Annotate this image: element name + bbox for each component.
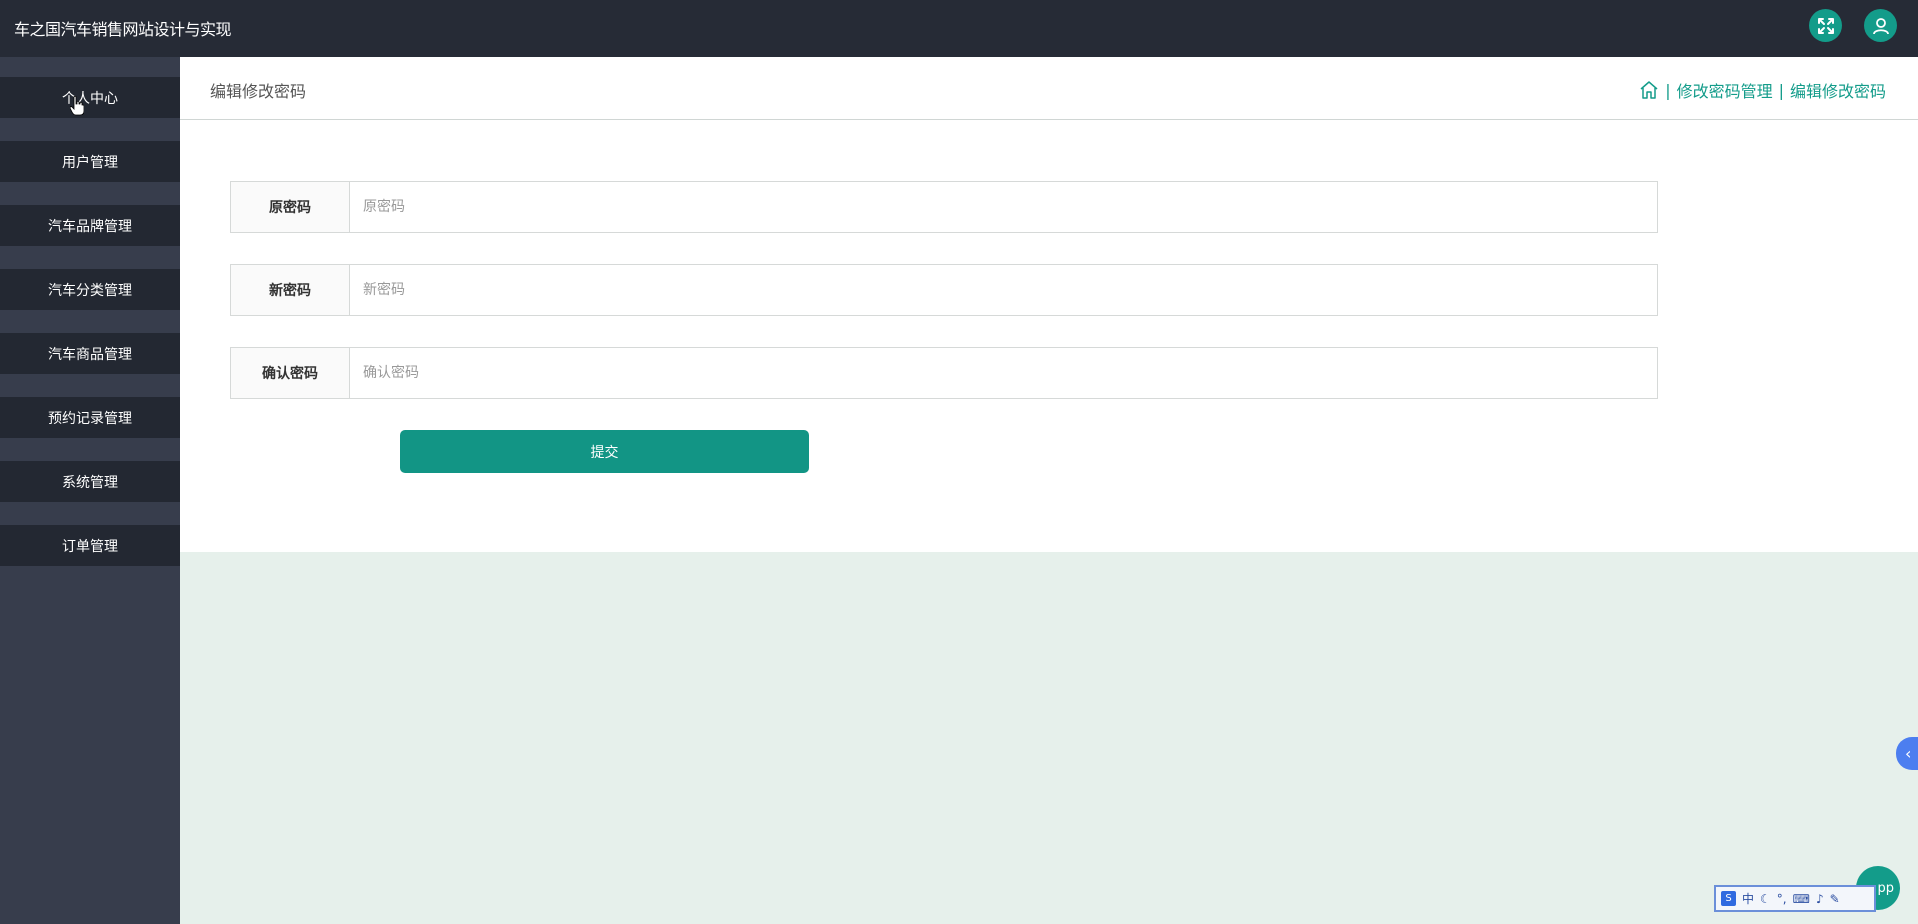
keyboard-icon[interactable]: ⌨ <box>1793 892 1810 906</box>
app-title: 车之国汽车销售网站设计与实现 <box>14 20 232 39</box>
new-password-row: 新密码 <box>230 264 1658 316</box>
submit-button[interactable]: 提交 <box>400 430 809 473</box>
user-menu-button[interactable] <box>1864 9 1897 42</box>
sidebar-item-label: 汽车商品管理 <box>48 346 132 363</box>
top-bar: 车之国汽车销售网站设计与实现 <box>0 0 1918 57</box>
breadcrumb-separator: | <box>1778 80 1784 100</box>
sidebar-item-label: 订单管理 <box>62 538 118 555</box>
old-password-input[interactable] <box>350 182 1657 232</box>
page-title: 编辑修改密码 <box>210 82 307 101</box>
new-password-label: 新密码 <box>231 265 350 315</box>
main-panel: 编辑修改密码 | 修改密码管理 | 编辑修改密码 原密码 新密码 确认密码 提交 <box>180 57 1918 552</box>
sidebar-item-label: 汽车品牌管理 <box>48 218 132 235</box>
punctuation-icon[interactable]: °, <box>1777 892 1787 906</box>
old-password-label: 原密码 <box>231 182 350 232</box>
sidebar-item-label: 系统管理 <box>62 474 118 491</box>
sidebar-item-reservation-management[interactable]: 预约记录管理 <box>0 397 180 438</box>
sidebar-item-personal-center[interactable]: 个人中心 <box>0 77 180 118</box>
hand-cursor-icon <box>70 96 84 116</box>
page-header: 编辑修改密码 | 修改密码管理 | 编辑修改密码 <box>180 57 1918 120</box>
fullscreen-button[interactable] <box>1809 9 1842 42</box>
ime-mode-toggle[interactable]: 中 <box>1742 890 1754 907</box>
sidebar-item-system-management[interactable]: 系统管理 <box>0 461 180 502</box>
confirm-password-input[interactable] <box>350 348 1657 398</box>
ime-toolbar: S 中 ☾ °, ⌨ ♪ ✎ <box>1714 885 1876 912</box>
user-icon <box>1872 17 1889 34</box>
moon-icon[interactable]: ☾ <box>1760 892 1771 906</box>
chevron-left-icon: ‹ <box>1905 744 1912 763</box>
sidebar: 个人中心 用户管理 汽车品牌管理 汽车分类管理 汽车商品管理 预约记录管理 系统… <box>0 57 180 924</box>
sidebar-item-label: 用户管理 <box>62 154 118 171</box>
sidebar-item-user-management[interactable]: 用户管理 <box>0 141 180 182</box>
sidebar-item-label: 预约记录管理 <box>48 410 132 427</box>
sidebar-item-car-product-management[interactable]: 汽车商品管理 <box>0 333 180 374</box>
breadcrumb-separator: | <box>1665 80 1671 100</box>
side-collapse-tab[interactable]: ‹ <box>1896 737 1918 770</box>
old-password-row: 原密码 <box>230 181 1658 233</box>
sidebar-item-label: 汽车分类管理 <box>48 282 132 299</box>
confirm-password-row: 确认密码 <box>230 347 1658 399</box>
new-password-input[interactable] <box>350 265 1657 315</box>
sidebar-item-car-category-management[interactable]: 汽车分类管理 <box>0 269 180 310</box>
breadcrumb-item-change-password-management[interactable]: 修改密码管理 <box>1677 78 1773 102</box>
voice-icon[interactable]: ♪ <box>1816 892 1824 906</box>
wrench-icon[interactable]: ✎ <box>1830 892 1840 906</box>
breadcrumb: | 修改密码管理 | 编辑修改密码 <box>1639 78 1886 102</box>
sidebar-item-car-brand-management[interactable]: 汽车品牌管理 <box>0 205 180 246</box>
confirm-password-label: 确认密码 <box>231 348 350 398</box>
breadcrumb-item-edit-password[interactable]: 编辑修改密码 <box>1790 78 1886 102</box>
home-icon[interactable] <box>1639 80 1659 100</box>
app-badge-label: pp <box>1877 880 1894 896</box>
ime-logo-icon[interactable]: S <box>1721 891 1736 906</box>
sidebar-item-order-management[interactable]: 订单管理 <box>0 525 180 566</box>
expand-arrows-icon <box>1817 17 1834 34</box>
